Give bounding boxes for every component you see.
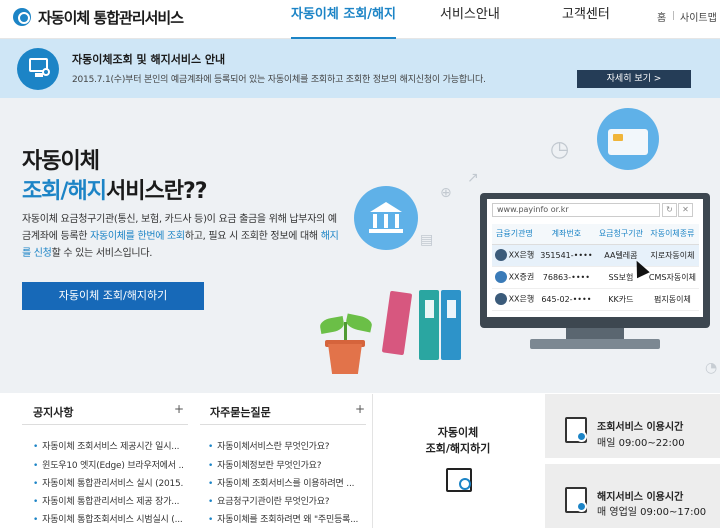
- faq-title[interactable]: 자주묻는질문: [210, 404, 271, 420]
- table-cell: CMS자동이체: [645, 266, 699, 289]
- table-header: 금융기관명: [492, 224, 537, 245]
- table-row: XX증권 76863-•••• SS보험 CMS자동이체: [492, 266, 699, 289]
- panel-divider: [22, 424, 188, 425]
- table-cell: 645-02-••••: [536, 288, 596, 311]
- notice-board-title[interactable]: 공지사항: [33, 404, 73, 420]
- hero-title-line1: 자동이체: [22, 149, 100, 174]
- hero-title-highlight: 조회/해지: [22, 179, 107, 204]
- faq-item[interactable]: 자동이체서비스란 무엇인가요?: [208, 439, 366, 452]
- hero-desc-part3: 할 수 있는 서비스입니다.: [51, 248, 153, 259]
- binder-label: [425, 300, 434, 318]
- lookup-hours-time: 매일 09:00~22:00: [597, 438, 685, 449]
- bank-mini-icon: [494, 249, 507, 261]
- notice-more-icon[interactable]: +: [174, 402, 184, 416]
- card-chip-icon: [613, 134, 623, 141]
- refresh-icon: ↻: [662, 203, 677, 217]
- faq-item[interactable]: 자동이체를 조회하려면 왜 "주민등록...: [208, 512, 366, 525]
- clock-icon: ◷: [550, 137, 570, 162]
- lookup-hours-title: 조회서비스 이용시간: [597, 422, 684, 433]
- notice-item[interactable]: 자동이체 조회서비스 제공시간 일시...: [33, 439, 183, 452]
- table-cell: 351541-••••: [536, 244, 596, 267]
- notice-item[interactable]: 윈도우10 엣지(Edge) 브라우저에서 ...: [33, 458, 183, 471]
- notice-item[interactable]: 자동이체 통합관리서비스 제공 장가...: [33, 494, 183, 507]
- plant-stem: [344, 322, 347, 342]
- arrow-deco-icon: ↗: [467, 170, 479, 186]
- notice-banner: [0, 39, 720, 98]
- quick-lookup-line1: 자동이체: [437, 426, 479, 439]
- bank-name: XX증권: [508, 272, 535, 282]
- plus-deco-icon: ⊕: [440, 185, 452, 201]
- plant-pot-icon: [328, 344, 362, 374]
- hero-title-line2: 조회/해지서비스란??: [22, 173, 207, 205]
- faq-more-icon[interactable]: +: [355, 402, 365, 416]
- logo-mark-icon: [13, 8, 31, 26]
- monitor-base: [530, 339, 660, 349]
- nav-transfer-lookup[interactable]: 자동이체 조회/해지: [291, 0, 396, 40]
- util-divider: [673, 11, 674, 20]
- table-header: 자동이체종류: [645, 224, 699, 245]
- table-cell: XX은행: [492, 288, 537, 311]
- browser-url-bar: www.payinfo or.kr: [492, 203, 660, 217]
- table-row: XX은행 645-02-•••• KK카드 펌지동이체: [492, 288, 699, 311]
- site-header: 자동이체 통합관리서비스 자동이체 조회/해지 서비스안내 고객센터 홈 사이트…: [0, 0, 720, 40]
- table-cell: XX은행: [492, 244, 537, 267]
- faq-item[interactable]: 요금청구기관이란 무엇인가요?: [208, 494, 366, 507]
- util-home-link[interactable]: 홈: [657, 9, 666, 24]
- bank-name: XX은행: [508, 250, 535, 260]
- hero-title-rest: 서비스란??: [106, 179, 207, 204]
- hero-desc-part2: 하고, 필요 시 조회한 정보에 대해: [184, 231, 321, 242]
- nav-customer-center[interactable]: 고객센터: [562, 0, 610, 39]
- quick-lookup-line2: 조회/해지하기: [425, 442, 491, 455]
- notice-title: 자동이체조회 및 해지서비스 안내: [72, 53, 226, 66]
- notice-item[interactable]: 자동이체 통합관리서비스 실시 (2015...: [33, 476, 183, 489]
- detail-view-button[interactable]: 자세히 보기 >: [577, 70, 691, 88]
- binder-label: [447, 300, 456, 318]
- credit-card-icon: [608, 129, 648, 155]
- document-deco-icon: ▤: [420, 232, 434, 248]
- bank-name: XX은행: [508, 294, 535, 304]
- util-sitemap-link[interactable]: 사이트맵: [680, 9, 717, 24]
- transfer-lookup-button[interactable]: 자동이체 조회/해지하기: [22, 282, 204, 310]
- panel-divider: [200, 424, 366, 425]
- cancel-badge-icon: [576, 501, 587, 512]
- table-cell: 지로자동이체: [645, 244, 699, 267]
- faq-item[interactable]: 자동이체정보란 무엇인가요?: [208, 458, 366, 471]
- close-icon: ✕: [678, 203, 693, 217]
- hero-description: 자동이체 요금청구기관(통신, 보험, 카드사 등)이 요금 출금을 위해 납부…: [22, 211, 342, 262]
- table-row: XX은행 351541-•••• AA텔레콤 지로자동이체: [492, 244, 699, 267]
- logo-text: 자동이체 통합관리서비스: [38, 8, 184, 27]
- table-header: 요금청구기관: [595, 224, 646, 245]
- securities-mini-icon: [494, 271, 507, 283]
- scroll-indicator: ◔: [705, 360, 718, 376]
- table-cell: XX증권: [492, 266, 537, 289]
- notice-description: 2015.7.1(수)부터 본인의 예금계좌에 등록되어 있는 자동이체를 조회…: [72, 75, 486, 85]
- bank-mini-icon: [494, 293, 507, 305]
- magnifier-icon: [42, 68, 50, 76]
- transfer-table: 금융기관명 계좌번호 요금청구기관 자동이체종류 XX은행 351541-•••…: [492, 224, 699, 311]
- magnifier-icon: [459, 478, 471, 490]
- table-cell: KK카드: [595, 288, 646, 311]
- nav-service-info[interactable]: 서비스안내: [440, 0, 500, 39]
- table-cell: 76863-••••: [536, 266, 596, 289]
- notice-item[interactable]: 자동이체 통합조회서비스 시범실시 (...: [33, 512, 183, 525]
- hero-desc-highlight1: 자동이체를 한번에 조회: [90, 231, 185, 242]
- bank-icon: [354, 186, 418, 250]
- cancel-hours-title: 해지서비스 이용시간: [597, 492, 684, 503]
- check-badge-icon: [576, 431, 587, 442]
- quick-lookup-box[interactable]: [372, 394, 544, 528]
- cancel-hours-time: 매 영업일 09:00~17:00: [597, 507, 707, 518]
- faq-item[interactable]: 자동이체 조회서비스를 이용하려면 ...: [208, 476, 366, 489]
- site-logo[interactable]: 자동이체 통합관리서비스: [13, 5, 184, 29]
- table-header: 계좌번호: [536, 224, 596, 245]
- table-cell: 펌지동이체: [645, 288, 699, 311]
